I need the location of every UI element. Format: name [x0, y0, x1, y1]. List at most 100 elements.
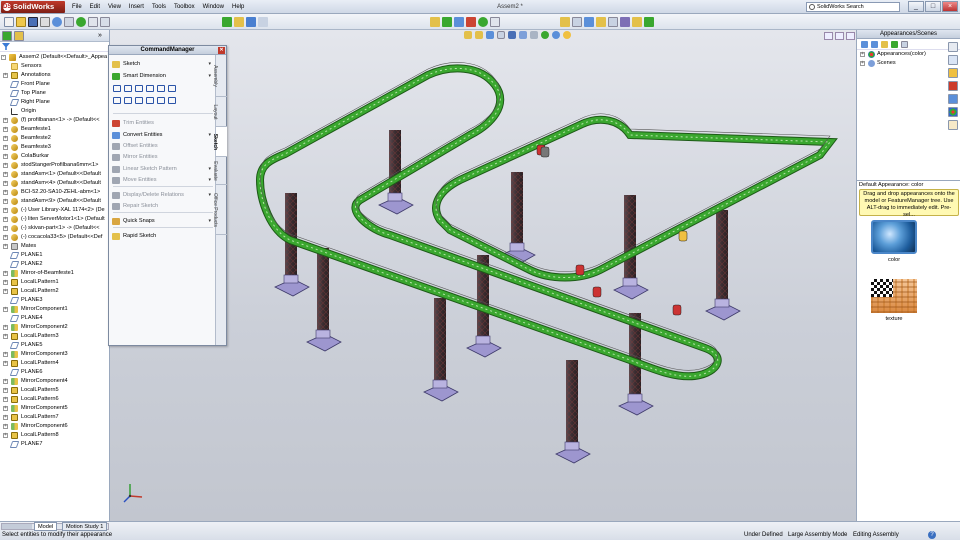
move-component-icon[interactable] — [454, 17, 464, 27]
texture-swatch[interactable]: texture — [869, 279, 917, 322]
cm-tab-office-products[interactable]: Office Products — [212, 185, 227, 235]
expand-toggle-icon[interactable]: + — [3, 307, 8, 312]
expand-toggle-icon[interactable]: + — [3, 154, 8, 159]
dropdown-arrow-icon[interactable]: ▾ — [208, 191, 211, 200]
zoom-area-icon[interactable] — [475, 31, 483, 39]
menu-help[interactable]: Help — [228, 0, 248, 14]
minimize-button[interactable]: _ — [908, 1, 924, 12]
tree-item[interactable]: + Mates — [0, 242, 109, 251]
rectangle-tool-icon[interactable] — [258, 17, 268, 27]
tab-model[interactable]: Model — [34, 522, 58, 531]
circle-icon[interactable] — [146, 85, 154, 92]
menu-file[interactable]: File — [68, 0, 86, 14]
tree-item[interactable]: + MirrorComponent1 — [0, 305, 109, 314]
expand-toggle-icon[interactable]: + — [3, 136, 8, 141]
apply-scene-icon[interactable] — [552, 31, 560, 39]
expand-toggle-icon[interactable]: + — [3, 397, 8, 402]
tree-item[interactable]: + Beamfeste2 — [0, 134, 109, 143]
line-tool-icon[interactable] — [246, 17, 256, 27]
edit-appearance-icon[interactable] — [541, 31, 549, 39]
menu-view[interactable]: View — [104, 0, 125, 14]
cm-tab-evaluate[interactable]: Evaluate — [212, 157, 227, 185]
tree-item[interactable]: PLANE6 — [0, 368, 109, 377]
list-view-icon[interactable] — [901, 41, 908, 48]
interference-icon[interactable] — [632, 17, 642, 27]
smart-fasteners-icon[interactable] — [478, 17, 488, 27]
pillar-foot[interactable] — [509, 242, 525, 252]
rotate-component-icon[interactable] — [466, 17, 476, 27]
maximize-button[interactable]: □ — [925, 1, 941, 12]
close-button[interactable]: × — [942, 1, 958, 12]
expand-toggle-icon[interactable]: - — [1, 55, 6, 60]
track-component[interactable] — [540, 146, 550, 158]
viewport-minimize-icon[interactable] — [824, 32, 833, 40]
expand-toggle-icon[interactable]: + — [3, 388, 8, 393]
dropdown-arrow-icon[interactable]: ▾ — [208, 131, 211, 140]
custom-properties-icon[interactable] — [948, 120, 958, 130]
edit-component-icon[interactable] — [572, 17, 582, 27]
menu-window[interactable]: Window — [199, 0, 228, 14]
tree-item[interactable]: + LocalLPattern6 — [0, 395, 109, 404]
expand-toggle-icon[interactable]: + — [3, 73, 8, 78]
tree-filter[interactable] — [0, 42, 109, 52]
tree-item[interactable]: + ColaBurkar — [0, 152, 109, 161]
cm-mirror-entities-button[interactable]: Mirror Entities — [111, 153, 215, 162]
solidworks-resources-icon[interactable] — [948, 42, 958, 52]
expand-toggle-icon[interactable]: + — [3, 190, 8, 195]
tree-item[interactable]: + LocalLPattern8 — [0, 431, 109, 440]
cm-relations-button[interactable]: Display/Delete Relations ▾ — [111, 191, 215, 200]
tree-item[interactable]: PLANE7 — [0, 440, 109, 449]
dropdown-arrow-icon[interactable]: ▾ — [208, 60, 211, 69]
color-swatch[interactable]: color — [869, 220, 917, 263]
tree-item[interactable]: + (-) User Library-XAL 1174<2> (De — [0, 206, 109, 215]
tree-item[interactable]: + (-) skivan-part<1> -> (Default<< — [0, 224, 109, 233]
tree-item[interactable]: + (-) cocacola33<5> (Default<<Def — [0, 233, 109, 242]
new-document-icon[interactable] — [4, 17, 14, 27]
help-icon[interactable]: ? — [928, 531, 936, 539]
cm-trim-button[interactable]: Trim Entities — [111, 119, 215, 128]
scrollbar-thumb[interactable] — [2, 524, 32, 529]
tree-item[interactable]: + Beamfeste3 — [0, 143, 109, 152]
tree-item[interactable]: + stodStangerProfilbana6mm<1> — [0, 161, 109, 170]
cm-smart-dimension-button[interactable]: Smart Dimension ▾ — [111, 72, 215, 81]
menu-tools[interactable]: Tools — [148, 0, 170, 14]
expand-toggle-icon[interactable]: + — [860, 61, 865, 66]
menu-insert[interactable]: Insert — [125, 0, 148, 14]
text-icon[interactable] — [157, 97, 165, 104]
tree-item[interactable]: + (f) profilbanan<1> -> (Default<< — [0, 116, 109, 125]
new-motion-study-icon[interactable] — [608, 17, 618, 27]
tree-item[interactable]: + LocalLPattern4 — [0, 359, 109, 368]
expand-toggle-icon[interactable]: + — [3, 361, 8, 366]
cm-repair-button[interactable]: Repair Sketch — [111, 202, 215, 211]
pillar-bracing[interactable] — [624, 195, 636, 290]
pane-splitter[interactable] — [857, 180, 960, 181]
dropdown-arrow-icon[interactable]: ▾ — [208, 165, 211, 174]
expand-toggle-icon[interactable]: + — [3, 334, 8, 339]
expand-toggle-icon[interactable]: + — [3, 406, 8, 411]
tree-item[interactable]: PLANE2 — [0, 260, 109, 269]
tree-item[interactable]: + LocalLPattern5 — [0, 386, 109, 395]
save-icon[interactable] — [28, 17, 38, 27]
tree-item[interactable]: + Mirror-of-Beamfeste1 — [0, 269, 109, 278]
pillar-foot[interactable] — [387, 192, 403, 202]
tree-item[interactable]: + standAsm<4> (Default<<Default — [0, 179, 109, 188]
tree-item[interactable]: PLANE1 — [0, 251, 109, 260]
rebuild-icon[interactable] — [76, 17, 86, 27]
expand-toggle-icon[interactable]: + — [3, 199, 8, 204]
cm-rapid-sketch-button[interactable]: Rapid Sketch — [111, 232, 215, 241]
tree-item[interactable]: + LocalLPattern2 — [0, 287, 109, 296]
tree-item[interactable]: + MirrorComponent2 — [0, 323, 109, 332]
zoom-to-fit-icon[interactable] — [464, 31, 472, 39]
spline-icon[interactable] — [113, 97, 121, 104]
track-component[interactable] — [592, 286, 602, 298]
tree-item[interactable]: + MirrorComponent4 — [0, 377, 109, 386]
tree-item[interactable]: + standAsm<9> (Default<<Default — [0, 197, 109, 206]
viewport-restore-icon[interactable] — [835, 32, 844, 40]
view-palette-icon[interactable] — [948, 94, 958, 104]
expand-toggle-icon[interactable]: + — [3, 163, 8, 168]
expand-toggle-icon[interactable]: + — [3, 208, 8, 213]
file-explorer-icon[interactable] — [948, 68, 958, 78]
select-icon[interactable] — [64, 17, 74, 27]
cm-tab-layout[interactable]: Layout — [212, 97, 227, 127]
smart-dimension-icon[interactable] — [222, 17, 232, 27]
